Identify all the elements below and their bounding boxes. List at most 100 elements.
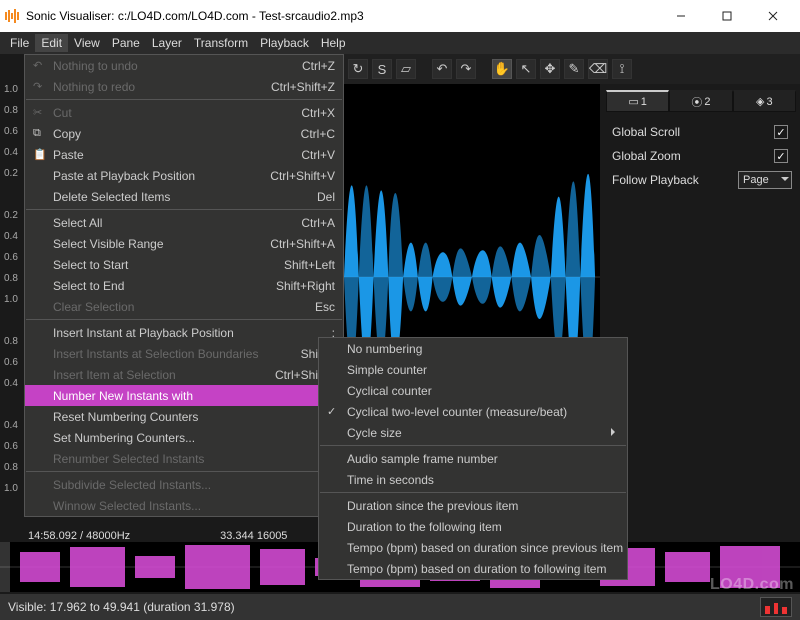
menu-item-select-to-start[interactable]: Select to StartShift+Left xyxy=(25,254,343,275)
menu-item-label: Tempo (bpm) based on duration to followi… xyxy=(347,562,606,576)
move-tool[interactable]: ✥ xyxy=(540,59,560,79)
menu-item-label: Clear Selection xyxy=(53,300,134,314)
pointer-tool[interactable]: ↖ xyxy=(516,59,536,79)
status-text: Visible: 17.962 to 49.941 (duration 31.9… xyxy=(8,600,235,614)
app-name: Sonic Visualiser xyxy=(26,9,111,23)
menu-item-select-all[interactable]: Select AllCtrl+A xyxy=(25,212,343,233)
menu-item-label: Renumber Selected Instants xyxy=(53,452,204,466)
menu-shortcut: Ctrl+Shift+A xyxy=(250,237,335,251)
menu-item-tempo-bpm-based-on-duration-to-following-item[interactable]: Tempo (bpm) based on duration to followi… xyxy=(319,558,627,579)
menu-item-duration-to-the-following-item[interactable]: Duration to the following item xyxy=(319,516,627,537)
menu-item-paste[interactable]: 📋PasteCtrl+V xyxy=(25,144,343,165)
menu-shortcut: Ctrl+Shift+V xyxy=(250,169,335,183)
menu-item-label: Set Numbering Counters... xyxy=(53,431,195,445)
menu-item-cyclical-counter[interactable]: Cyclical counter xyxy=(319,380,627,401)
menu-divider xyxy=(26,471,342,472)
menu-item-label: Nothing to redo xyxy=(53,80,135,94)
menu-shortcut: Shift+Left xyxy=(264,258,335,272)
menu-item-label: Cut xyxy=(53,106,72,120)
menu-item-no-numbering[interactable]: No numbering xyxy=(319,338,627,359)
menu-item-copy[interactable]: ⧉CopyCtrl+C xyxy=(25,123,343,144)
menu-divider xyxy=(26,209,342,210)
checkbox[interactable]: ✓ xyxy=(774,125,788,139)
menu-edit[interactable]: Edit xyxy=(35,34,68,52)
layer-tab-2[interactable]: ⦿ 2 xyxy=(669,90,732,112)
menu-transform[interactable]: Transform xyxy=(188,34,254,52)
menu-item-audio-sample-frame-number[interactable]: Audio sample frame number xyxy=(319,448,627,469)
menu-playback[interactable]: Playback xyxy=(254,34,315,52)
undo-tool[interactable]: ↶ xyxy=(432,59,452,79)
menu-item-insert-instant-at-playback-position[interactable]: Insert Instant at Playback Position; xyxy=(25,322,343,343)
menu-item-delete-selected-items[interactable]: Delete Selected ItemsDel xyxy=(25,186,343,207)
menu-item-label: Select to End xyxy=(53,279,124,293)
menu-item-simple-counter[interactable]: Simple counter xyxy=(319,359,627,380)
menu-bar: FileEditViewPaneLayerTransformPlaybackHe… xyxy=(0,32,800,54)
layer-tab-3[interactable]: ◈ 3 xyxy=(733,90,796,112)
playback-info: 14:58.092 / 48000Hz 33.344 16005 xyxy=(28,530,287,542)
menu-item-insert-item-at-selection: Insert Item at SelectionCtrl+Shift+; xyxy=(25,364,343,385)
minimize-button[interactable] xyxy=(658,0,704,32)
property-label: Follow Playback xyxy=(612,173,738,187)
menu-shortcut: Ctrl+Shift+Z xyxy=(251,80,335,94)
property-global-zoom: Global Zoom✓ xyxy=(606,144,796,168)
redo-tool[interactable]: ↷ xyxy=(456,59,476,79)
level-meter xyxy=(760,597,792,617)
app-icon xyxy=(4,8,20,24)
close-button[interactable] xyxy=(750,0,796,32)
maximize-button[interactable] xyxy=(704,0,750,32)
status-bar: Visible: 17.962 to 49.941 (duration 31.9… xyxy=(0,594,800,620)
layer-tab-1[interactable]: ▭ 1 xyxy=(606,90,669,112)
check-icon: ✓ xyxy=(327,405,336,418)
menu-item-label: Simple counter xyxy=(347,363,427,377)
menu-item-paste-at-playback-position[interactable]: Paste at Playback PositionCtrl+Shift+V xyxy=(25,165,343,186)
menu-item-insert-instants-at-selection-boundaries: Insert Instants at Selection BoundariesS… xyxy=(25,343,343,364)
menu-shortcut: Shift+Right xyxy=(256,279,335,293)
menu-help[interactable]: Help xyxy=(315,34,352,52)
menu-item-label: Number New Instants with xyxy=(53,389,193,403)
property-follow-playback: Follow PlaybackPage xyxy=(606,168,796,192)
property-global-scroll: Global Scroll✓ xyxy=(606,120,796,144)
playback-time: 14:58.092 / 48000Hz xyxy=(28,530,130,542)
eraser-tool[interactable]: ⌫ xyxy=(588,59,608,79)
menu-item-label: Duration since the previous item xyxy=(347,499,518,513)
property-label: Global Zoom xyxy=(612,149,774,163)
menu-item-label: Cyclical two-level counter (measure/beat… xyxy=(347,405,567,419)
menu-item-icon: 📋 xyxy=(33,148,47,161)
menu-divider xyxy=(320,445,626,446)
hand-tool[interactable]: ✋ xyxy=(492,59,512,79)
menu-item-label: Reset Numbering Counters xyxy=(53,410,198,424)
menu-item-label: Select All xyxy=(53,216,102,230)
menu-item-label: Copy xyxy=(53,127,81,141)
menu-shortcut: Ctrl+Z xyxy=(282,59,335,73)
menu-layer[interactable]: Layer xyxy=(146,34,188,52)
pencil-tool[interactable]: ✎ xyxy=(564,59,584,79)
menu-shortcut: Del xyxy=(297,190,335,204)
menu-item-tempo-bpm-based-on-duration-since-previous-item[interactable]: Tempo (bpm) based on duration since prev… xyxy=(319,537,627,558)
menu-pane[interactable]: Pane xyxy=(106,34,146,52)
menu-item-set-numbering-counters[interactable]: Set Numbering Counters... xyxy=(25,427,343,448)
menu-item-select-to-end[interactable]: Select to End Shift+Right xyxy=(25,275,343,296)
menu-item-winnow-selected-instants: Winnow Selected Instants... xyxy=(25,495,343,516)
menu-item-duration-since-the-previous-item[interactable]: Duration since the previous item xyxy=(319,495,627,516)
solo-tool[interactable]: S xyxy=(372,59,392,79)
measure-tool[interactable]: ⟟ xyxy=(612,59,632,79)
select[interactable]: Page xyxy=(738,171,792,189)
menu-item-label: Time in seconds xyxy=(347,473,434,487)
menu-item-number-new-instants-with[interactable]: Number New Instants with xyxy=(25,385,343,406)
menu-view[interactable]: View xyxy=(68,34,106,52)
menu-item-cyclical-two-level-counter-measure-beat[interactable]: ✓ Cyclical two-level counter (measure/bea… xyxy=(319,401,627,422)
menu-item-cycle-size[interactable]: Cycle size xyxy=(319,422,627,443)
menu-item-time-in-seconds[interactable]: Time in seconds xyxy=(319,469,627,490)
menu-divider xyxy=(26,319,342,320)
menu-item-reset-numbering-counters[interactable]: Reset Numbering Counters xyxy=(25,406,343,427)
toolbar: ↻S▱ ↶↷ ✋↖✥✎⌫⟟ xyxy=(344,54,800,84)
loop-tool[interactable]: ↻ xyxy=(348,59,368,79)
align-tool[interactable]: ▱ xyxy=(396,59,416,79)
menu-divider xyxy=(320,492,626,493)
menu-item-select-visible-range[interactable]: Select Visible RangeCtrl+Shift+A xyxy=(25,233,343,254)
menu-item-label: Subdivide Selected Instants... xyxy=(53,478,211,492)
menu-file[interactable]: File xyxy=(4,34,35,52)
menu-item-renumber-selected-instants: Renumber Selected Instants xyxy=(25,448,343,469)
checkbox[interactable]: ✓ xyxy=(774,149,788,163)
menu-item-label: Tempo (bpm) based on duration since prev… xyxy=(347,541,623,555)
